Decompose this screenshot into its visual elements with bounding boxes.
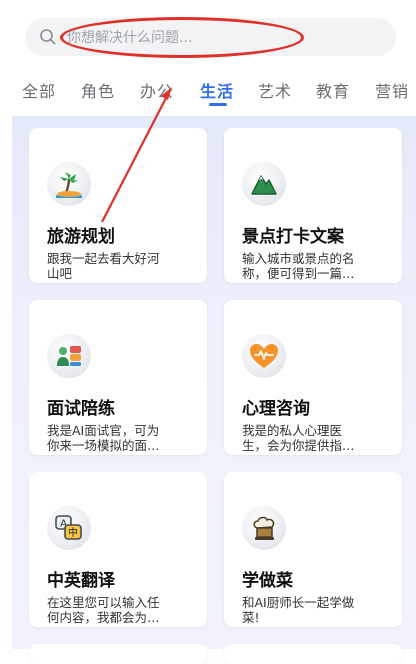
card-translation[interactable]: A 中 中英翻译 在这里您可以输入任 何内容，我都会为… [29,472,207,627]
card-description: 输入城市或景点的名 称，便可得到一篇… [242,251,355,281]
tab-education[interactable]: 教育 [316,78,350,102]
card-description: 和AI厨师长一起学做 菜! [242,595,355,625]
card-title: 旅游规划 [47,227,115,247]
card-description: 我是AI面试官，可为 你来一场模拟的面… [47,423,160,453]
tab-all[interactable]: 全部 [22,78,56,102]
tab-office[interactable]: 办公 [140,78,174,102]
card-partial[interactable] [29,644,207,664]
search-icon [40,29,56,45]
tab-marketing[interactable]: 营销 [375,78,409,102]
translate-letter-zh: 中 [68,526,78,539]
card-partial[interactable] [224,644,402,664]
active-tab-indicator [209,103,227,106]
card-title: 景点打卡文案 [242,227,344,247]
card-description: 在这里您可以输入任 何内容，我都会为… [47,595,160,625]
palm-island-icon [47,162,91,206]
card-description: 我是的私人心理医 生，会为你提供指… [242,423,355,453]
card-cooking[interactable]: 学做菜 和AI厨师长一起学做 菜! [224,472,402,627]
card-travel-planning[interactable]: 旅游规划 跟我一起去看大好河 山吧 [29,128,207,283]
tab-role[interactable]: 角色 [81,78,115,102]
card-title: 学做菜 [242,571,293,591]
card-title: 心理咨询 [242,399,310,419]
card-description: 跟我一起去看大好河 山吧 [47,251,160,281]
search-bar[interactable] [25,18,396,56]
card-interview-practice[interactable]: 面试陪练 我是AI面试官，可为 你来一场模拟的面… [29,300,207,455]
card-counseling[interactable]: 心理咨询 我是的私人心理医 生，会为你提供指… [224,300,402,455]
card-title: 中英翻译 [47,571,115,591]
card-spot-copywriting[interactable]: 景点打卡文案 输入城市或景点的名 称，便可得到一篇… [224,128,402,283]
chef-hat-icon [242,506,286,550]
heart-pulse-icon [242,334,286,378]
card-title: 面试陪练 [47,399,115,419]
tab-life[interactable]: 生活 [200,78,234,102]
tab-art[interactable]: 艺术 [258,78,292,102]
mountain-icon [242,162,286,206]
interview-people-icon [47,334,91,378]
category-tabs: 全部 角色 办公 生活 艺术 教育 营销 [0,74,416,110]
card-grid: 旅游规划 跟我一起去看大好河 山吧 景点打卡文案 输入城市或景点的名 称，便可得… [12,116,416,664]
search-input[interactable] [65,26,369,50]
translate-icon: A 中 [47,506,91,550]
